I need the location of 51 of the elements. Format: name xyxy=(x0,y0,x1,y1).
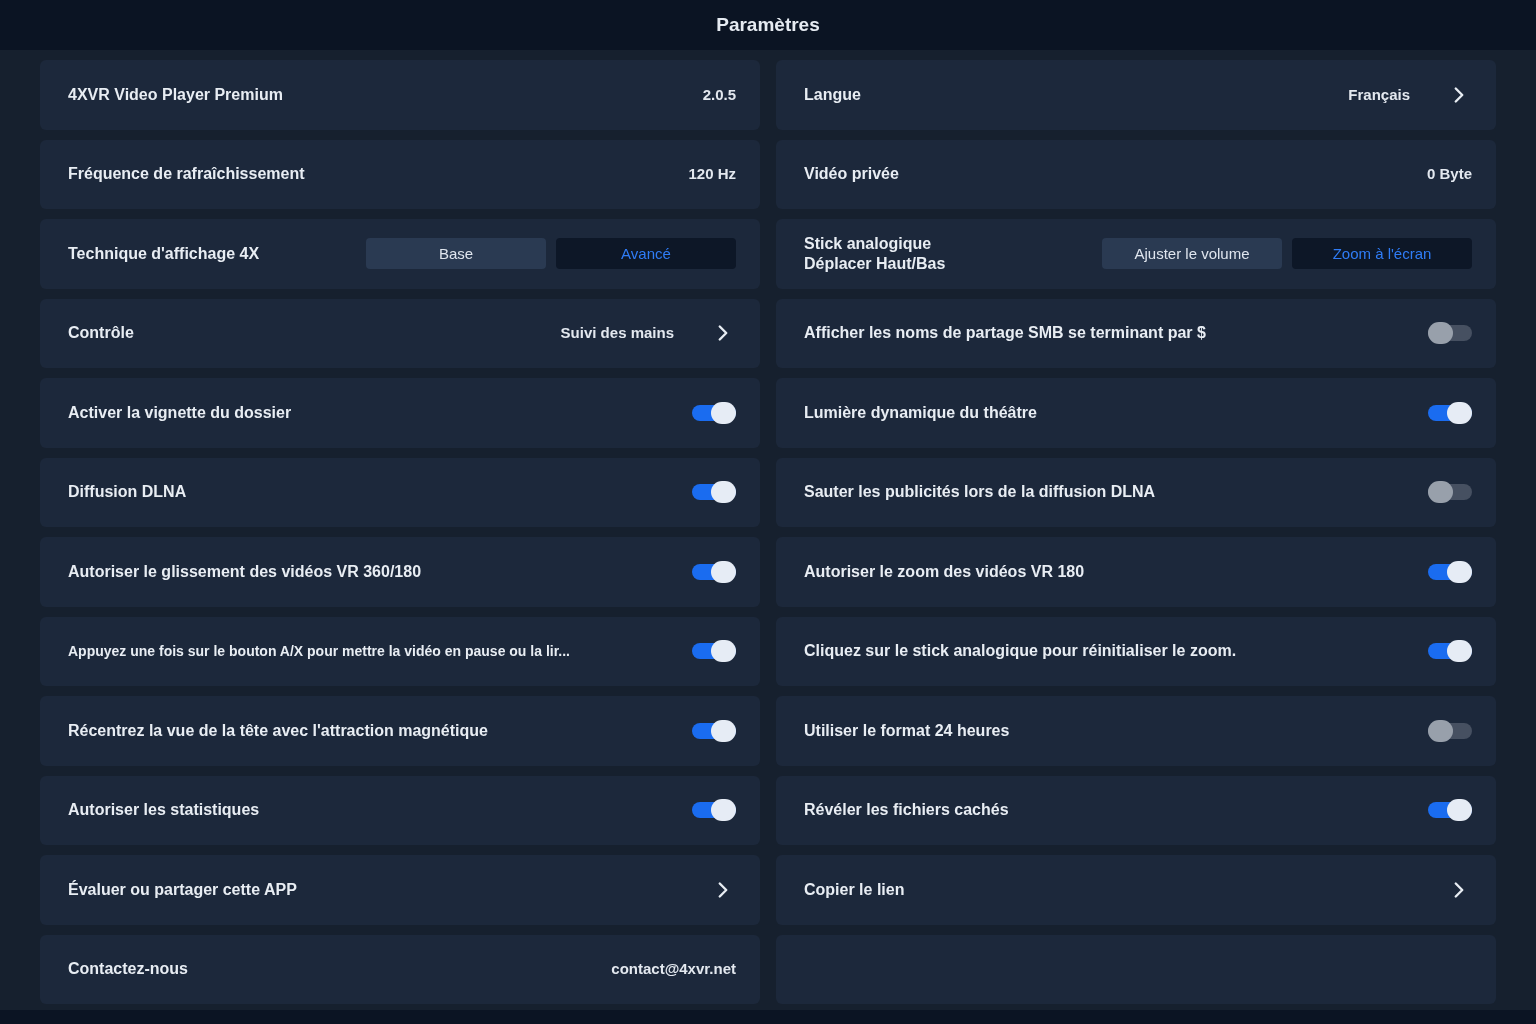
segment-tab[interactable]: Zoom à l'écran xyxy=(1292,238,1472,270)
setting-label: Lumière dynamique du théâtre xyxy=(804,402,1038,423)
setting-label: Technique d'affichage 4X xyxy=(68,243,261,264)
setting-label: Fréquence de rafraîchissement xyxy=(68,164,306,185)
settings-card[interactable]: Évaluer ou partager cette APP xyxy=(40,855,760,925)
setting-value: 2.0.5 xyxy=(702,84,736,105)
setting-label: Récentrez la vue de la tête avec l'attraction magnétique xyxy=(68,720,489,741)
setting-value: Français xyxy=(1348,84,1410,105)
toggle-switch[interactable] xyxy=(1428,481,1472,504)
setting-label: Cliquez sur le stick analogique pour réinitialiser le zoom. xyxy=(804,641,1238,662)
setting-label: Diffusion DLNA xyxy=(68,482,188,503)
toggle-switch[interactable] xyxy=(1428,322,1472,345)
toggle-switch[interactable] xyxy=(692,640,736,663)
setting-label: Évaluer ou partager cette APP xyxy=(68,879,298,900)
setting-label: Activer la vignette du dossier xyxy=(68,402,293,423)
setting-label: Stick analogique Déplacer Haut/Bas xyxy=(804,233,947,274)
setting-value: 0 Byte xyxy=(1426,164,1472,184)
setting-label: 4XVR Video Player Premium xyxy=(68,84,284,105)
setting-label: Vidéo privée xyxy=(804,164,900,185)
setting-label: Afficher les noms de partage SMB se terminant par $ xyxy=(804,323,1207,344)
segment-tab[interactable]: Ajuster le volume xyxy=(1102,238,1282,270)
page-title: Paramètres xyxy=(716,12,820,37)
segment-tab[interactable]: Base xyxy=(366,238,546,270)
settings-card[interactable]: Langue Français xyxy=(776,60,1496,130)
setting-label: Utiliser le format 24 heures xyxy=(804,720,1011,741)
toggle-switch[interactable] xyxy=(1428,560,1472,583)
setting-label: Contactez-nous xyxy=(68,959,189,980)
setting-label: Langue xyxy=(804,84,862,105)
toggle-switch[interactable] xyxy=(692,719,736,742)
setting-label: Contrôle xyxy=(68,323,135,344)
setting-label: Appuyez une fois sur le bouton A/X pour mettre la vidéo en pause ou la lir... xyxy=(68,642,571,662)
setting-label: Autoriser le zoom des vidéos VR 180 xyxy=(804,561,1086,582)
segment-tab[interactable]: Avancé xyxy=(556,238,736,270)
settings-card[interactable]: Contrôle Suivi des mains xyxy=(40,298,760,368)
toggle-switch[interactable] xyxy=(692,799,736,822)
toggle-switch[interactable] xyxy=(692,560,736,583)
settings-card[interactable]: Copier le lien xyxy=(776,855,1496,925)
setting-value: 120 Hz xyxy=(688,164,736,184)
toggle-switch[interactable] xyxy=(1428,640,1472,663)
toggle-switch[interactable] xyxy=(1428,799,1472,822)
toggle-switch[interactable] xyxy=(692,481,736,504)
setting-label: Copier le lien xyxy=(804,879,906,900)
setting-value: Suivi des mains xyxy=(560,323,674,343)
setting-value: contact@4xvr.net xyxy=(611,959,736,979)
toggle-switch[interactable] xyxy=(692,401,736,424)
setting-label: Autoriser les statistiques xyxy=(68,800,261,821)
setting-label: Autoriser le glissement des vidéos VR 360/180 xyxy=(68,561,423,582)
toggle-switch[interactable] xyxy=(1428,401,1472,424)
toggle-switch[interactable] xyxy=(1428,719,1472,742)
setting-label: Sauter les publicités lors de la diffusion DLNA xyxy=(804,482,1157,503)
setting-label: Révéler les fichiers cachés xyxy=(804,800,1010,821)
